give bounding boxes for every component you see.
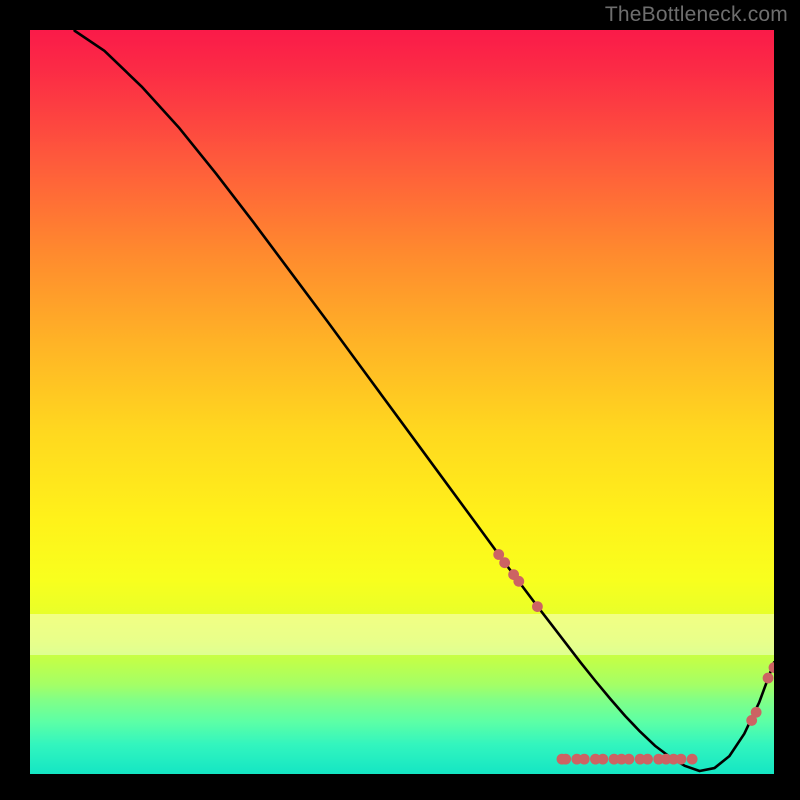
- chart-svg: [30, 30, 774, 774]
- data-marker: [624, 754, 635, 765]
- data-marker: [597, 754, 608, 765]
- bottleneck-curve: [75, 31, 774, 771]
- data-marker: [579, 754, 590, 765]
- watermark-text: TheBottleneck.com: [605, 3, 788, 27]
- chart-frame: TheBottleneck.com: [0, 0, 800, 800]
- data-marker: [687, 754, 698, 765]
- data-marker: [763, 673, 774, 684]
- data-marker: [560, 754, 571, 765]
- plot-area: [30, 30, 774, 774]
- data-marker: [751, 707, 762, 718]
- data-marker: [532, 601, 543, 612]
- data-marker: [513, 576, 524, 587]
- data-marker: [676, 754, 687, 765]
- data-marker: [499, 557, 510, 568]
- marker-group: [493, 549, 774, 764]
- data-marker: [642, 754, 653, 765]
